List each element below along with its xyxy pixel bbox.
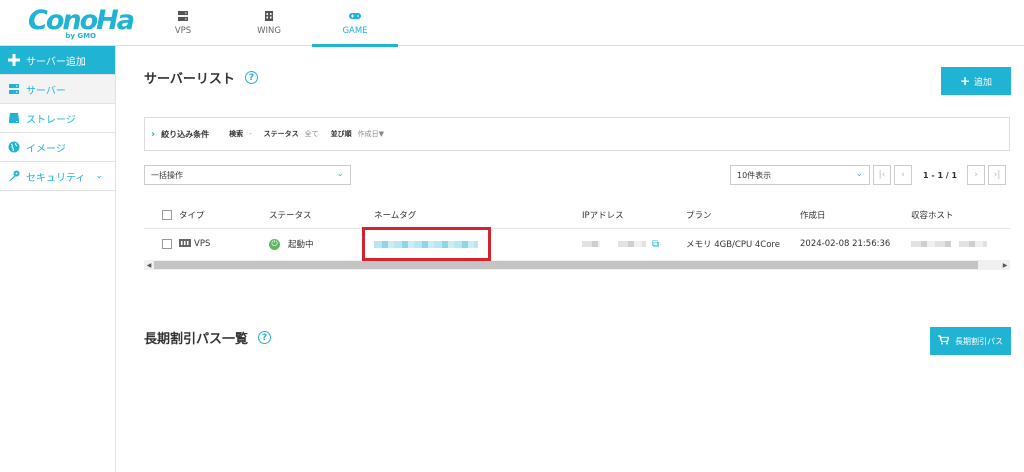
bulk-action-value: 一括操作 xyxy=(151,170,183,180)
server-table: タイプ ステータス ネームタグ IPアドレス プラン 作成日 収容ホスト VPS… xyxy=(144,201,1010,263)
tab-wing-label: WING xyxy=(257,26,281,36)
help-icon[interactable]: ? xyxy=(258,331,272,344)
server-icon xyxy=(6,83,22,95)
header-status[interactable]: ステータス xyxy=(269,201,312,229)
sidebar-item-label: セキュリティ xyxy=(26,172,86,184)
chevron-down-icon: ⌄ xyxy=(336,169,344,179)
conoha-logo[interactable]: ConoHa by GMO xyxy=(28,6,135,41)
header-host[interactable]: 収容ホスト xyxy=(911,201,954,229)
row-checkbox[interactable] xyxy=(162,239,172,249)
next-page-button[interactable]: › xyxy=(967,165,986,185)
header-created[interactable]: 作成日 xyxy=(800,201,826,229)
filter-sort-value: 作成日▼ xyxy=(357,130,385,138)
header: ConoHa by GMO VPS WING GAME xyxy=(0,0,1024,47)
sidebar-item-server[interactable]: サーバー xyxy=(0,75,115,104)
filter-status-label: ステータス xyxy=(263,130,299,138)
sidebar-item-label: サーバー追加 xyxy=(26,56,86,68)
main-content: サーバーリスト ? + 追加 › 絞り込み条件 検索 - ステータス 全て 並び… xyxy=(116,46,1024,472)
key-icon xyxy=(6,170,22,182)
header-plan[interactable]: プラン xyxy=(686,201,712,229)
cell-type: VPS xyxy=(162,230,210,258)
header-nametag[interactable]: ネームタグ xyxy=(374,201,416,229)
status-text: 起動中 xyxy=(288,240,314,250)
pagination: |‹ ‹ 1 - 1 / 1 › ›| xyxy=(873,165,1009,185)
globe-icon xyxy=(6,141,22,153)
scroll-thumb[interactable] xyxy=(154,261,978,269)
first-page-button[interactable]: |‹ xyxy=(873,165,891,185)
filter-panel[interactable]: › 絞り込み条件 検索 - ステータス 全て 並び順 作成日▼ xyxy=(144,117,1010,151)
chevron-down-icon: ⌄ xyxy=(855,169,863,179)
bulk-action-select[interactable]: 一括操作 ⌄ xyxy=(144,165,351,185)
cell-created: 2024-02-08 21:56:36 xyxy=(800,239,891,249)
copy-icon[interactable]: ⧉ xyxy=(652,239,659,250)
table-horizontal-scrollbar[interactable]: ◀ ▶ xyxy=(144,260,1010,270)
filter-sort-label: 並び順 xyxy=(330,130,352,138)
section-title-text: 長期割引パス一覧 xyxy=(144,332,249,347)
cart-icon xyxy=(938,334,950,348)
sidebar-item-label: ストレージ xyxy=(26,114,76,126)
cell-type-label: VPS xyxy=(194,239,211,249)
cell-ip: ⧉ xyxy=(582,230,659,258)
server-icon xyxy=(177,10,189,22)
scroll-right-icon[interactable]: ▶ xyxy=(1000,260,1010,270)
filter-search-value: - xyxy=(249,130,252,138)
help-icon[interactable]: ? xyxy=(244,71,258,84)
add-server-button[interactable]: + 追加 xyxy=(941,67,1011,95)
sidebar: サーバー追加 サーバー ストレージ イメージ セキュリティ ⌄ xyxy=(0,46,116,472)
ip-redacted xyxy=(582,241,600,247)
table-header-row: タイプ ステータス ネームタグ IPアドレス プラン 作成日 収容ホスト xyxy=(144,201,1010,229)
page-info: 1 - 1 / 1 xyxy=(923,170,958,180)
logo-sub: by GMO xyxy=(65,32,96,40)
plus-icon: + xyxy=(959,74,971,88)
sidebar-item-add-server[interactable]: サーバー追加 xyxy=(0,46,115,75)
header-ip[interactable]: IPアドレス xyxy=(582,201,624,229)
chevron-down-icon: ⌄ xyxy=(95,171,103,181)
cell-host xyxy=(911,230,987,258)
tab-vps[interactable]: VPS xyxy=(140,0,226,46)
prev-page-button[interactable]: ‹ xyxy=(894,165,912,185)
plus-icon xyxy=(6,54,22,66)
tab-game[interactable]: GAME xyxy=(312,0,398,47)
cell-status: ⏻ 起動中 xyxy=(269,230,314,258)
building-icon xyxy=(263,10,275,22)
header-type: タイプ xyxy=(162,201,205,229)
select-all-checkbox[interactable] xyxy=(162,210,172,220)
per-page-value: 10件表示 xyxy=(737,170,772,180)
ip-redacted xyxy=(618,241,646,247)
gamepad-icon xyxy=(348,10,362,22)
sidebar-item-storage[interactable]: ストレージ xyxy=(0,104,115,133)
page-title: サーバーリスト ? xyxy=(144,68,258,87)
filter-status-value: 全て xyxy=(304,130,319,138)
per-page-select[interactable]: 10件表示 ⌄ xyxy=(730,165,870,185)
host-redacted xyxy=(959,241,987,247)
header-type-label: タイプ xyxy=(179,211,205,221)
power-icon: ⏻ xyxy=(269,238,280,250)
filter-title: 絞り込み条件 xyxy=(161,129,210,139)
filter-search-label: 検索 xyxy=(229,130,244,138)
tab-game-label: GAME xyxy=(342,26,368,36)
add-button-label: 追加 xyxy=(974,77,993,88)
section-title: 長期割引パス一覧 ? xyxy=(144,328,272,347)
scroll-left-icon[interactable]: ◀ xyxy=(144,260,154,270)
annotation-highlight-box xyxy=(362,227,491,261)
sidebar-item-image[interactable]: イメージ xyxy=(0,133,115,162)
page-title-text: サーバーリスト xyxy=(144,72,235,87)
vps-icon xyxy=(179,238,191,250)
storage-icon xyxy=(6,112,22,124)
host-redacted xyxy=(911,241,951,247)
sidebar-item-label: イメージ xyxy=(26,143,66,155)
table-row[interactable]: VPS ⏻ 起動中 ⧉ メモリ 4GB/CPU 4Core 2024-02-08… xyxy=(144,230,1010,258)
sidebar-item-security[interactable]: セキュリティ ⌄ xyxy=(0,162,115,191)
sidebar-item-label: サーバー xyxy=(26,85,66,97)
long-discount-pass-button[interactable]: 長期割引パス xyxy=(930,327,1011,355)
top-nav: VPS WING GAME xyxy=(140,0,398,47)
tab-vps-label: VPS xyxy=(174,26,192,36)
last-page-button[interactable]: ›| xyxy=(988,165,1007,185)
tab-wing[interactable]: WING xyxy=(226,0,312,46)
cell-plan: メモリ 4GB/CPU 4Core xyxy=(686,240,780,250)
long-discount-pass-label: 長期割引パス xyxy=(955,336,1003,346)
chevron-right-icon: › xyxy=(151,128,156,140)
